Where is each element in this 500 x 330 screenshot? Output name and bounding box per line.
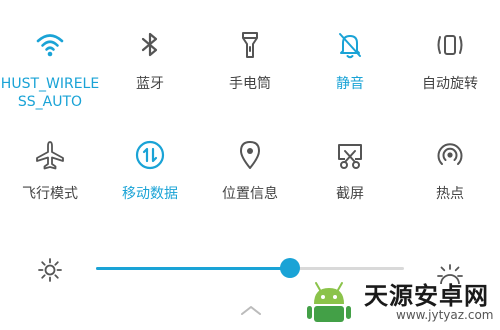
tile-screenshot-label: 截屏 xyxy=(336,186,364,202)
tile-hotspot[interactable]: 热点 xyxy=(400,137,500,203)
tile-flashlight[interactable]: 手电筒 xyxy=(200,27,300,93)
tile-wifi[interactable]: HUST_WIRELE SS_AUTO xyxy=(0,27,100,111)
tile-mobile-data-label: 移动数据 xyxy=(122,186,178,202)
bluetooth-icon xyxy=(132,27,168,63)
screenshot-icon xyxy=(332,137,368,173)
tile-flashlight-label: 手电筒 xyxy=(229,76,271,92)
tile-auto-rotate-label: 自动旋转 xyxy=(422,76,478,92)
tile-auto-rotate[interactable]: 自动旋转 xyxy=(400,27,500,93)
location-icon xyxy=(232,137,268,173)
tile-location[interactable]: 位置信息 xyxy=(200,137,300,203)
airplane-icon xyxy=(32,137,68,173)
rotate-icon xyxy=(432,27,468,63)
tile-airplane-mode-label: 飞行模式 xyxy=(22,186,78,202)
tile-hotspot-label: 热点 xyxy=(436,186,464,202)
watermark-url: www.jytyaz.com xyxy=(396,308,494,322)
tile-wifi-label: HUST_WIRELE SS_AUTO xyxy=(0,76,100,110)
hotspot-icon xyxy=(432,137,468,173)
tile-mute-label: 静音 xyxy=(336,76,364,92)
tile-airplane-mode[interactable]: 飞行模式 xyxy=(0,137,100,203)
brightness-slider[interactable] xyxy=(96,267,404,270)
wifi-icon xyxy=(32,27,68,63)
brightness-low-icon xyxy=(36,256,64,284)
mute-bell-icon xyxy=(332,27,368,63)
flashlight-icon xyxy=(232,27,268,63)
watermark-title: 天源安卓网 xyxy=(364,282,489,310)
tile-location-label: 位置信息 xyxy=(222,186,278,202)
tile-screenshot[interactable]: 截屏 xyxy=(300,137,400,203)
tile-bluetooth[interactable]: 蓝牙 xyxy=(100,27,200,93)
brightness-slider-thumb[interactable] xyxy=(280,258,301,278)
tile-mobile-data[interactable]: 移动数据 xyxy=(100,137,200,203)
watermark: 天源安卓网 www.jytyaz.com xyxy=(300,272,500,328)
tile-bluetooth-label: 蓝牙 xyxy=(136,76,164,92)
android-logo-icon xyxy=(300,274,358,326)
tile-mute[interactable]: 静音 xyxy=(300,27,400,93)
mobile-data-icon xyxy=(132,137,168,173)
expand-panel-chevron-icon[interactable] xyxy=(237,302,265,316)
brightness-slider-fill xyxy=(96,267,291,270)
